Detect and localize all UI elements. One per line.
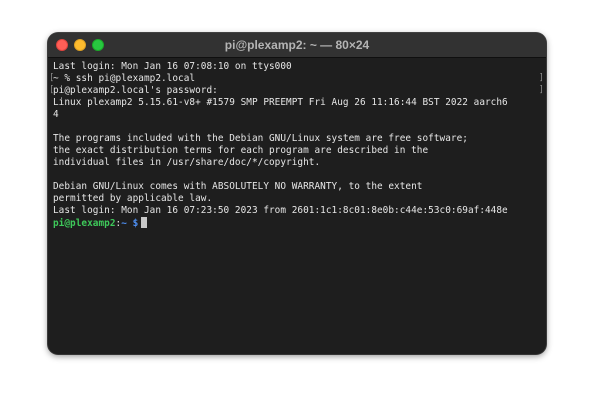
password-prompt-line: pi@plexamp2.local's password: (53, 85, 218, 96)
shell-prompt[interactable]: pi@plexamp2:~ $ (53, 217, 546, 229)
title-bar[interactable]: pi@plexamp2: ~ — 80×24 (48, 33, 546, 58)
output-line: individual files in /usr/share/doc/*/cop… (53, 157, 321, 168)
output-line: permitted by applicable law. (53, 193, 213, 204)
mark-bracket-left: [ (49, 85, 55, 95)
prompt-symbol: $ (126, 218, 139, 229)
mark-bracket-right: ] (538, 73, 544, 83)
output-line: Last login: Mon Jan 16 07:08:10 on ttys0… (53, 61, 292, 72)
output-line: Linux plexamp2 5.15.61-v8+ #1579 SMP PRE… (53, 97, 508, 108)
output-line: Last login: Mon Jan 16 07:23:50 2023 fro… (53, 205, 508, 216)
prompt-host: pi@plexamp2 (53, 218, 116, 229)
mark-bracket-left: [ (49, 73, 55, 83)
text-cursor (141, 217, 148, 228)
output-line: the exact distribution terms for each pr… (53, 145, 429, 156)
terminal-window[interactable]: pi@plexamp2: ~ — 80×24 [ [ ] ] Last logi… (48, 33, 546, 354)
window-title: pi@plexamp2: ~ — 80×24 (224, 38, 370, 52)
command-line: ~ % ssh pi@plexamp2.local (53, 73, 196, 84)
output-line: The programs included with the Debian GN… (53, 133, 468, 144)
mark-bracket-right: ] (538, 85, 544, 95)
terminal-output[interactable]: [ [ ] ] Last login: Mon Jan 16 07:08:10 … (48, 58, 546, 351)
output-line: 4 (53, 109, 59, 120)
output-line: Debian GNU/Linux comes with ABSOLUTELY N… (53, 181, 423, 192)
